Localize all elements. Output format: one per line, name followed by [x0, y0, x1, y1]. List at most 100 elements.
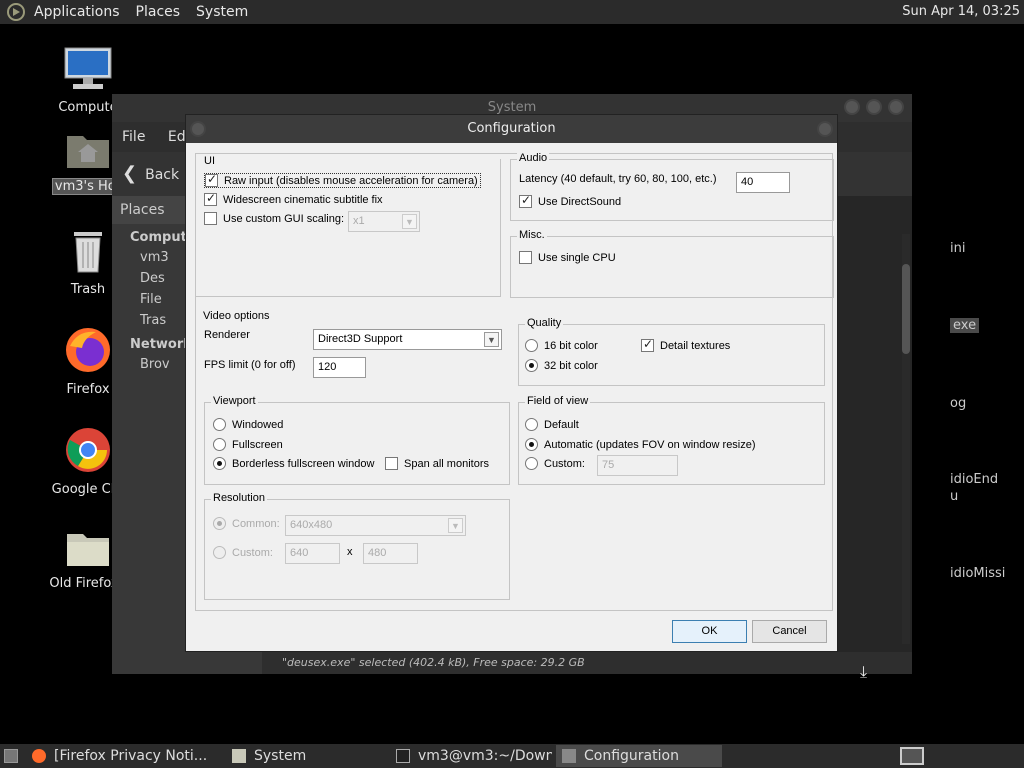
fullscreen-radio[interactable]: Fullscreen	[213, 438, 283, 451]
renderer-value: Direct3D Support	[318, 333, 403, 345]
renderer-select[interactable]: Direct3D Support ▼	[313, 329, 502, 350]
checkbox-label: Use DirectSound	[538, 195, 622, 208]
radio-circle	[213, 546, 226, 559]
resolution-custom-radio[interactable]: Custom:	[213, 546, 273, 559]
resolution-group-title: Resolution	[211, 492, 267, 504]
widescreen-checkbox[interactable]: Widescreen cinematic subtitle fix	[204, 191, 383, 206]
checkbox-box	[641, 337, 654, 352]
checkbox-box	[519, 251, 532, 264]
file-item[interactable]: og	[950, 396, 966, 411]
taskbar-item-configuration[interactable]: Configuration	[556, 745, 722, 767]
file-item[interactable]: ini	[950, 241, 965, 256]
checkbox-label: Use custom GUI scaling:	[223, 212, 345, 225]
fps-limit-field[interactable]: 120	[313, 357, 366, 378]
audio-group: Audio Latency (40 default, try 60, 80, 1…	[510, 152, 834, 221]
audio-group-title: Audio	[517, 152, 550, 164]
fov-custom-field[interactable]: 75	[597, 455, 678, 476]
quality-group: Quality 16 bit color 32 bit color Detail…	[518, 317, 825, 386]
checkbox-label: Detail textures	[660, 339, 731, 352]
resolution-common-select[interactable]: 640x480 ▼	[285, 515, 466, 536]
options-panel: UI Raw input (disables mouse acceleratio…	[195, 152, 834, 611]
file-item[interactable]: idioEnd	[950, 472, 998, 487]
radio-label: 16 bit color	[544, 339, 598, 352]
taskbar-item-label: vm3@vm3:~/Downl...	[418, 748, 552, 764]
checkbox-box	[204, 191, 217, 206]
computer-icon	[40, 46, 136, 96]
minimize-icon[interactable]	[844, 99, 860, 115]
32bit-radio[interactable]: 32 bit color	[525, 359, 598, 372]
places-menu[interactable]: Places	[136, 4, 181, 20]
directsound-checkbox[interactable]: Use DirectSound	[519, 193, 622, 208]
taskbar-item-label: Configuration	[584, 748, 679, 764]
clock[interactable]: Sun Apr 14, 03:25	[902, 4, 1020, 19]
checkbox-box	[205, 172, 218, 187]
checkbox-box	[519, 193, 532, 208]
borderless-radio[interactable]: Borderless fullscreen window	[213, 457, 374, 470]
ui-group: UI Raw input (disables mouse acceleratio…	[196, 155, 501, 297]
resolution-common-value: 640x480	[290, 519, 333, 531]
checkbox-label: Raw input (disables mouse acceleration f…	[224, 174, 478, 187]
latency-field[interactable]: 40	[736, 172, 790, 193]
fov-group-title: Field of view	[525, 395, 591, 407]
workspace-switcher[interactable]	[900, 747, 924, 765]
applications-menu[interactable]: Applications	[34, 4, 120, 20]
chevron-down-icon: ▼	[448, 518, 463, 533]
file-item[interactable]: idioMissi	[950, 566, 1005, 581]
viewport-group: Viewport Windowed Fullscreen Borderless …	[204, 395, 510, 485]
back-button[interactable]: ❮ Back	[122, 163, 180, 184]
taskbar-item-firefox[interactable]: [Firefox Privacy Noti...	[26, 745, 222, 767]
resolution-height-field[interactable]: 480	[363, 543, 418, 564]
custom-scaling-checkbox[interactable]: Use custom GUI scaling:	[204, 212, 344, 225]
gui-scaling-select[interactable]: x1 ▼	[348, 211, 420, 232]
back-arrow-icon: ❮	[122, 163, 138, 184]
show-desktop-button[interactable]	[0, 745, 22, 767]
radio-label: Custom:	[544, 457, 585, 470]
fov-custom-radio[interactable]: Custom:	[525, 457, 585, 470]
system-menu[interactable]: System	[196, 4, 248, 20]
dialog-titlebar[interactable]: Configuration	[186, 115, 837, 143]
fov-automatic-radio[interactable]: Automatic (updates FOV on window resize)	[525, 438, 756, 451]
radio-circle	[525, 339, 538, 352]
download-icon[interactable]: ⤓	[860, 662, 867, 682]
span-monitors-checkbox[interactable]: Span all monitors	[385, 457, 489, 470]
radio-label: Automatic (updates FOV on window resize)	[544, 438, 756, 451]
cancel-button[interactable]: Cancel	[752, 620, 827, 643]
distro-logo-icon[interactable]	[6, 2, 26, 22]
fm-scrollbar[interactable]	[902, 234, 910, 644]
resolution-width-field[interactable]: 640	[285, 543, 340, 564]
radio-label: Default	[544, 418, 579, 431]
file-item[interactable]: exe	[950, 318, 980, 333]
quality-group-title: Quality	[525, 317, 564, 329]
radio-circle	[525, 438, 538, 451]
window-menu-icon[interactable]	[190, 121, 206, 137]
gui-scaling-value: x1	[353, 215, 365, 227]
file-item[interactable]: u	[950, 489, 958, 504]
fm-statusbar: "deusex.exe" selected (402.4 kB), Free s…	[262, 652, 912, 674]
taskbar-item-terminal[interactable]: vm3@vm3:~/Downl...	[390, 745, 552, 767]
close-icon[interactable]	[817, 121, 833, 137]
ok-button[interactable]: OK	[672, 620, 747, 643]
scroll-thumb[interactable]	[902, 264, 910, 354]
detail-textures-checkbox[interactable]: Detail textures	[641, 337, 731, 352]
fm-title: System	[487, 100, 537, 115]
taskbar-item-label: [Firefox Privacy Noti...	[54, 748, 208, 764]
close-icon[interactable]	[888, 99, 904, 115]
taskbar-item-system[interactable]: System	[226, 745, 386, 767]
ui-group-title: UI	[202, 155, 217, 167]
fov-default-radio[interactable]: Default	[525, 418, 579, 431]
radio-label: Custom:	[232, 546, 273, 559]
single-cpu-checkbox[interactable]: Use single CPU	[519, 251, 616, 264]
resolution-x-label: x	[347, 546, 353, 558]
back-label: Back	[145, 167, 180, 183]
resolution-common-radio[interactable]: Common:	[213, 517, 280, 530]
windowed-radio[interactable]: Windowed	[213, 418, 283, 431]
radio-label: Borderless fullscreen window	[232, 457, 375, 470]
maximize-icon[interactable]	[866, 99, 882, 115]
taskbar: [Firefox Privacy Noti... System vm3@vm3:…	[0, 744, 1024, 768]
raw-input-checkbox[interactable]: Raw input (disables mouse acceleration f…	[204, 172, 481, 188]
top-panel: Applications Places System Sun Apr 14, 0…	[0, 0, 1024, 24]
16bit-radio[interactable]: 16 bit color	[525, 339, 598, 352]
dialog-title: Configuration	[467, 121, 556, 136]
fm-menu-file[interactable]: File	[122, 129, 145, 145]
taskbar-item-label: System	[254, 748, 307, 764]
